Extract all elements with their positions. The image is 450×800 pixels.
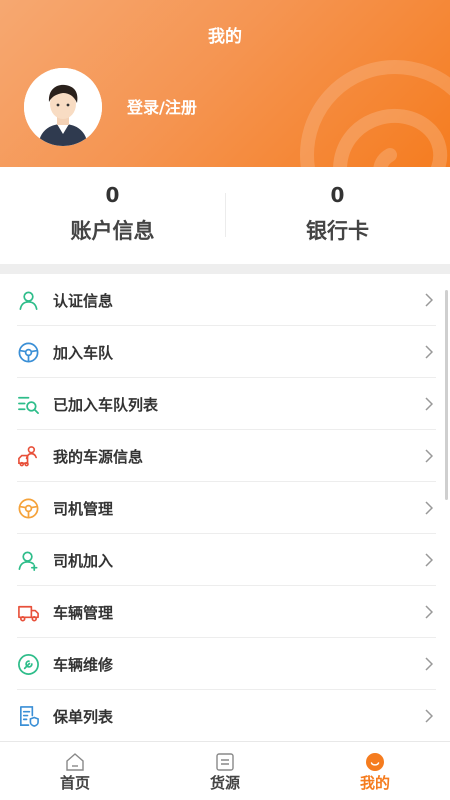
profile-header: 我的 登录/注册 [0, 0, 450, 167]
chevron-right-icon [425, 397, 433, 411]
home-icon [66, 753, 84, 771]
bank-card-value: 0 [330, 183, 345, 207]
menu-label: 司机加入 [53, 551, 114, 570]
chevron-right-icon [425, 449, 433, 463]
menu-item-driver-join[interactable]: 司机加入 [0, 534, 450, 586]
truck-icon [17, 601, 40, 624]
scrollbar[interactable] [445, 290, 448, 500]
menu-list: 认证信息 加入车队 已加入车队列表 我的车源信息 司机管理 司机加入 车辆管理 … [0, 274, 450, 742]
chevron-right-icon [425, 709, 433, 723]
section-divider [0, 264, 450, 274]
chevron-right-icon [425, 657, 433, 671]
account-info-value: 0 [105, 183, 120, 207]
avatar[interactable] [24, 68, 102, 146]
tab-label: 货源 [209, 774, 240, 792]
menu-item-vehicle-management[interactable]: 车辆管理 [0, 586, 450, 638]
bank-card-stat[interactable]: 0 银行卡 [225, 167, 450, 264]
bank-card-label: 银行卡 [306, 219, 369, 243]
account-info-label: 账户信息 [70, 219, 155, 243]
account-stats: 0 账户信息 0 银行卡 [0, 167, 450, 264]
cargo-icon [216, 753, 234, 771]
menu-label: 车辆管理 [53, 603, 114, 622]
menu-label: 加入车队 [53, 343, 114, 362]
avatar-icon [24, 68, 102, 146]
menu-label: 我的车源信息 [53, 447, 144, 466]
decorative-swirl-icon [300, 60, 450, 167]
tab-mine[interactable]: 我的 [300, 742, 450, 800]
bottom-tab-bar: 首页 货源 我的 [0, 741, 450, 800]
chevron-right-icon [425, 345, 433, 359]
mine-icon [366, 753, 384, 771]
tab-label: 首页 [59, 774, 90, 792]
tab-home[interactable]: 首页 [0, 742, 150, 800]
menu-item-verification[interactable]: 认证信息 [0, 274, 450, 326]
user-add-icon [17, 549, 40, 572]
menu-label: 已加入车队列表 [53, 395, 159, 414]
menu-item-my-vehicle-source[interactable]: 我的车源信息 [0, 430, 450, 482]
menu-item-driver-management[interactable]: 司机管理 [0, 482, 450, 534]
menu-label: 司机管理 [53, 499, 114, 518]
account-info-stat[interactable]: 0 账户信息 [0, 167, 225, 264]
steering-wheel-icon [17, 341, 40, 364]
vehicle-info-icon [17, 445, 40, 468]
tab-cargo[interactable]: 货源 [150, 742, 300, 800]
menu-item-join-fleet[interactable]: 加入车队 [0, 326, 450, 378]
menu-item-vehicle-repair[interactable]: 车辆维修 [0, 638, 450, 690]
menu-label: 车辆维修 [53, 655, 114, 674]
tab-label: 我的 [359, 774, 390, 792]
menu-item-joined-fleet-list[interactable]: 已加入车队列表 [0, 378, 450, 430]
page-title: 我的 [208, 27, 242, 47]
chevron-right-icon [425, 553, 433, 567]
login-register-link[interactable]: 登录/注册 [127, 94, 197, 118]
chevron-right-icon [425, 605, 433, 619]
menu-label: 保单列表 [53, 707, 114, 726]
chevron-right-icon [425, 501, 433, 515]
menu-item-policy-list[interactable]: 保单列表 [0, 690, 450, 742]
list-search-icon [17, 393, 40, 416]
policy-list-icon [17, 705, 40, 728]
menu-label: 认证信息 [53, 291, 114, 310]
user-verify-icon [17, 289, 40, 312]
steering-wheel-icon [17, 497, 40, 520]
chevron-right-icon [425, 293, 433, 307]
wrench-icon [17, 653, 40, 676]
